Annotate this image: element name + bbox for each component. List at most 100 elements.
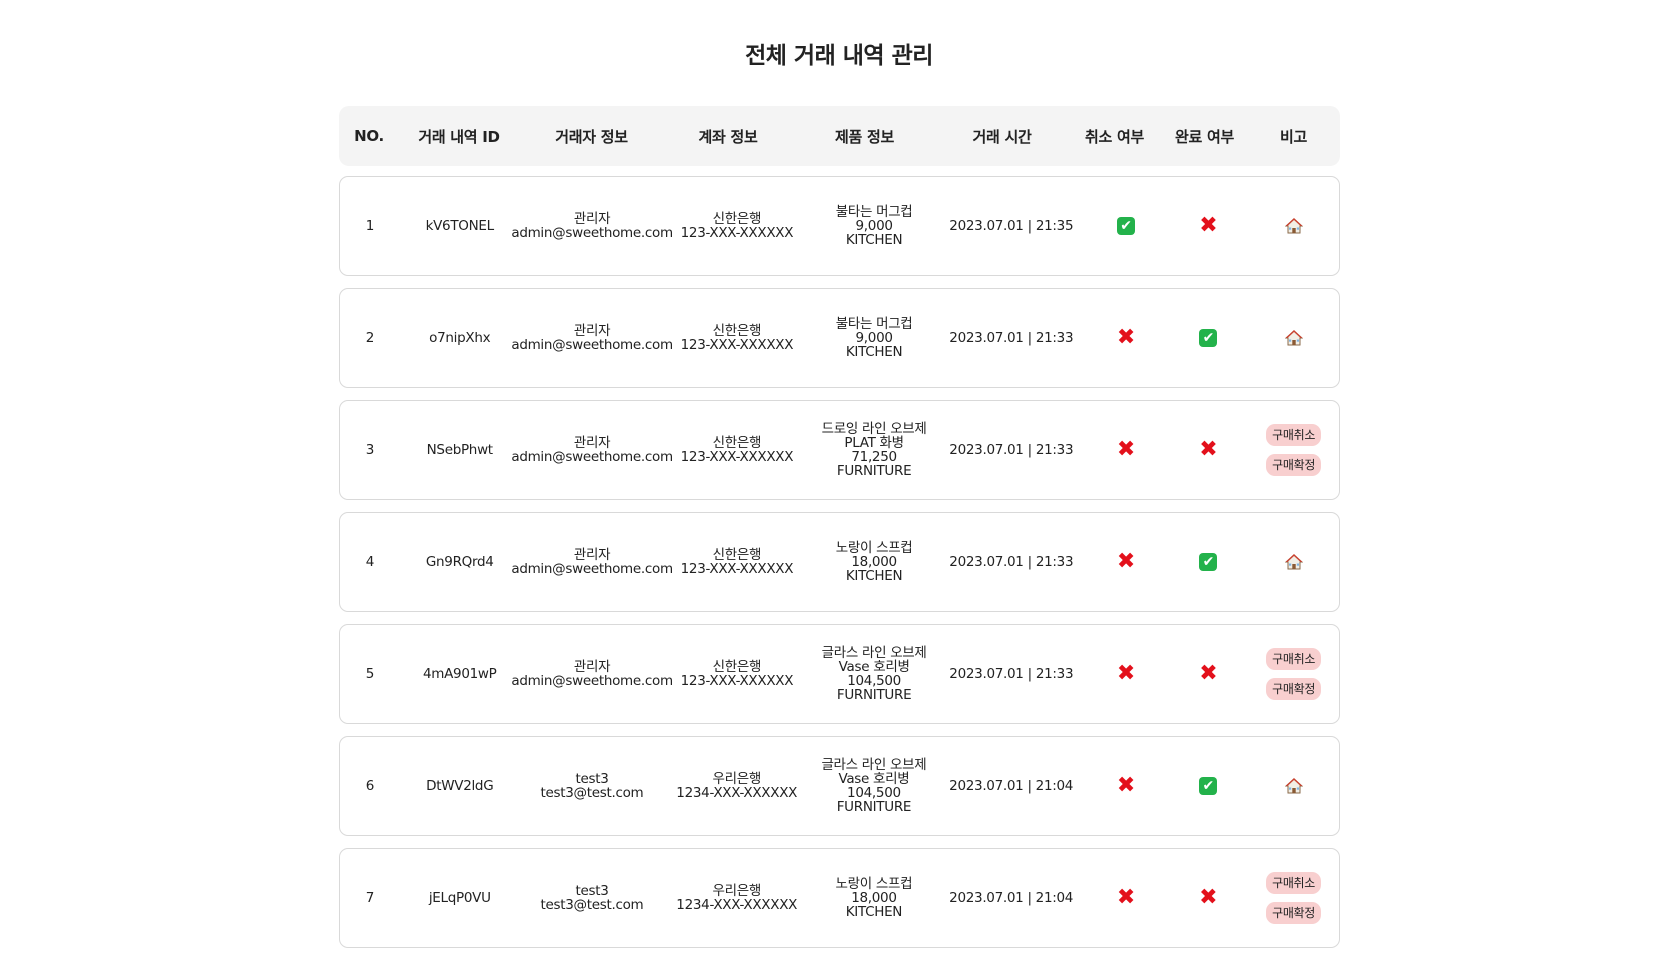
cancel-status: ✖ <box>1084 437 1169 462</box>
transaction-id: Gn9RQrd4 <box>425 554 494 570</box>
confirm-purchase-button[interactable]: 구매확정 <box>1266 678 1322 700</box>
confirm-purchase-button[interactable]: 구매확정 <box>1266 454 1322 476</box>
product-line: PLAT 화병 <box>844 435 904 451</box>
transaction-id: o7nipXhx <box>429 330 491 346</box>
product-line: 글라스 라인 오브제 <box>821 645 927 661</box>
product-line: Vase 호리병 <box>838 659 910 675</box>
trader-info: 관리자 admin@sweethome.com <box>511 435 673 464</box>
note-cell: 구매취소구매확정 <box>1248 872 1339 924</box>
cancel-status: ✖ <box>1084 327 1169 349</box>
bank-name: 우리은행 <box>712 771 761 787</box>
trader-email: admin@sweethome.com <box>511 449 673 465</box>
note-cell <box>1248 329 1339 347</box>
cross-icon: ✖ <box>1116 773 1135 798</box>
trader-email: admin@sweethome.com <box>511 561 673 577</box>
product-info: 드로잉 라인 오브제 PLAT 화병 71,250 FURNITURE <box>809 422 939 478</box>
transaction-id: jELqP0VU <box>428 890 491 906</box>
transaction-time: 2023.07.01 | 21:33 <box>949 442 1074 458</box>
transaction-time: 2023.07.01 | 21:35 <box>949 218 1074 234</box>
note-actions: 구매취소구매확정 <box>1266 648 1322 700</box>
column-header-product: 제품 정보 <box>835 127 894 146</box>
product-line: 드로잉 라인 오브제 <box>821 421 927 437</box>
cross-icon: ✖ <box>1116 437 1136 462</box>
note-cell <box>1248 777 1339 795</box>
bank-name: 신한은행 <box>712 547 762 563</box>
column-header-id: 거래 내역 ID <box>418 127 500 146</box>
cancel-purchase-button[interactable]: 구매취소 <box>1266 872 1322 894</box>
table-header: NO. 거래 내역 ID 거래자 정보 계좌 정보 제품 정보 거래 시간 취소… <box>339 106 1340 166</box>
account-number: 123-XXX-XXXXXX <box>680 337 794 353</box>
trader-name: 관리자 <box>573 547 611 563</box>
trader-name: 관리자 <box>573 659 611 675</box>
complete-status: ✔ <box>1168 329 1248 347</box>
product-line: Vase 호리병 <box>838 771 910 787</box>
product-line: 18,000 <box>851 890 897 906</box>
product-line: KITCHEN <box>845 232 903 248</box>
note-cell: 구매취소구매확정 <box>1248 424 1339 476</box>
product-line: 노랑이 스프컵 <box>835 540 913 556</box>
transaction-time: 2023.07.01 | 21:33 <box>949 554 1074 570</box>
trader-email: admin@sweethome.com <box>511 337 673 353</box>
product-line: FURNITURE <box>836 687 912 703</box>
cancel-purchase-button[interactable]: 구매취소 <box>1266 424 1322 446</box>
trader-info: test3 test3@test.com <box>520 884 665 912</box>
account-number: 1234-XXX-XXXXXX <box>676 897 798 913</box>
transaction-time: 2023.07.01 | 21:33 <box>949 666 1074 682</box>
house-icon <box>1284 329 1303 347</box>
note-cell <box>1248 217 1339 235</box>
product-line: 104,500 <box>847 673 901 689</box>
account-info: 우리은행 1234-XXX-XXXXXX <box>664 772 809 800</box>
confirm-purchase-button[interactable]: 구매확정 <box>1266 902 1322 924</box>
trader-email: test3@test.com <box>540 897 644 913</box>
table-row: 6 DtWV2ldG test3 test3@test.com 우리은행 1234-XXX… <box>339 736 1340 836</box>
trader-name: 관리자 <box>573 323 611 339</box>
note-cell: 구매취소구매확정 <box>1248 648 1339 700</box>
account-number: 123-XXX-XXXXXX <box>680 673 794 689</box>
table-row: 3 NSebPhwt 관리자 admin@sweethome.com 신한은행 123-X… <box>339 400 1340 500</box>
product-line: 노랑이 스프컵 <box>835 876 913 892</box>
cross-icon: ✖ <box>1116 885 1135 910</box>
complete-status: ✖ <box>1168 213 1248 238</box>
product-line: 불타는 머그컵 <box>835 204 913 220</box>
account-info: 신한은행 123-XXX-XXXXXX <box>665 436 810 464</box>
account-info: 우리은행 1234-XXX-XXXXXX <box>664 884 809 912</box>
table-row: 7 jELqP0VU test3 test3@test.com 우리은행 1234-XXX… <box>339 848 1340 948</box>
product-line: KITCHEN <box>845 344 903 360</box>
trader-name: 관리자 <box>573 435 611 451</box>
cross-icon: ✖ <box>1116 661 1136 686</box>
bank-name: 신한은행 <box>712 659 762 675</box>
account-number: 123-XXX-XXXXXX <box>680 561 794 577</box>
page-title: 전체 거래 내역 관리 <box>745 43 933 69</box>
product-line: FURNITURE <box>836 799 912 815</box>
cancel-purchase-button[interactable]: 구매취소 <box>1266 648 1322 670</box>
product-line: 104,500 <box>847 785 901 801</box>
transaction-id: NSebPhwt <box>426 442 493 458</box>
trader-name: test3 <box>575 771 609 787</box>
column-header-no: NO. <box>354 127 384 145</box>
trader-info: test3 test3@test.com <box>520 772 665 800</box>
product-info: 노랑이 스프컵 18,000 KITCHEN <box>809 877 939 919</box>
note-cell <box>1248 553 1339 571</box>
product-info: 불타는 머그컵 9,000 KITCHEN <box>809 205 939 247</box>
bank-name: 우리은행 <box>712 883 761 899</box>
cancel-status: ✖ <box>1083 885 1168 910</box>
trader-email: admin@sweethome.com <box>511 673 673 689</box>
complete-status: ✖ <box>1168 887 1248 909</box>
row-number: 1 <box>365 218 375 234</box>
product-info: 불타는 머그컵 9,000 KITCHEN <box>809 317 939 359</box>
check-icon: ✔ <box>1199 329 1218 347</box>
product-line: FURNITURE <box>836 463 912 479</box>
transaction-time: 2023.07.01 | 21:04 <box>949 890 1074 906</box>
complete-status: ✔ <box>1168 553 1248 571</box>
product-line: 9,000 <box>855 330 893 346</box>
trader-info: 관리자 admin@sweethome.com <box>511 659 673 688</box>
account-number: 123-XXX-XXXXXX <box>680 225 794 241</box>
trader-name: 관리자 <box>573 211 611 227</box>
row-number: 5 <box>365 666 375 682</box>
account-number: 1234-XXX-XXXXXX <box>676 785 798 801</box>
trader-info: 관리자 admin@sweethome.com <box>511 547 673 576</box>
cross-icon: ✖ <box>1199 213 1218 238</box>
complete-status: ✖ <box>1168 663 1248 685</box>
product-info: 글라스 라인 오브제 Vase 호리병 104,500 FURNITURE <box>809 646 939 702</box>
account-info: 신한은행 123-XXX-XXXXXX <box>665 548 810 576</box>
